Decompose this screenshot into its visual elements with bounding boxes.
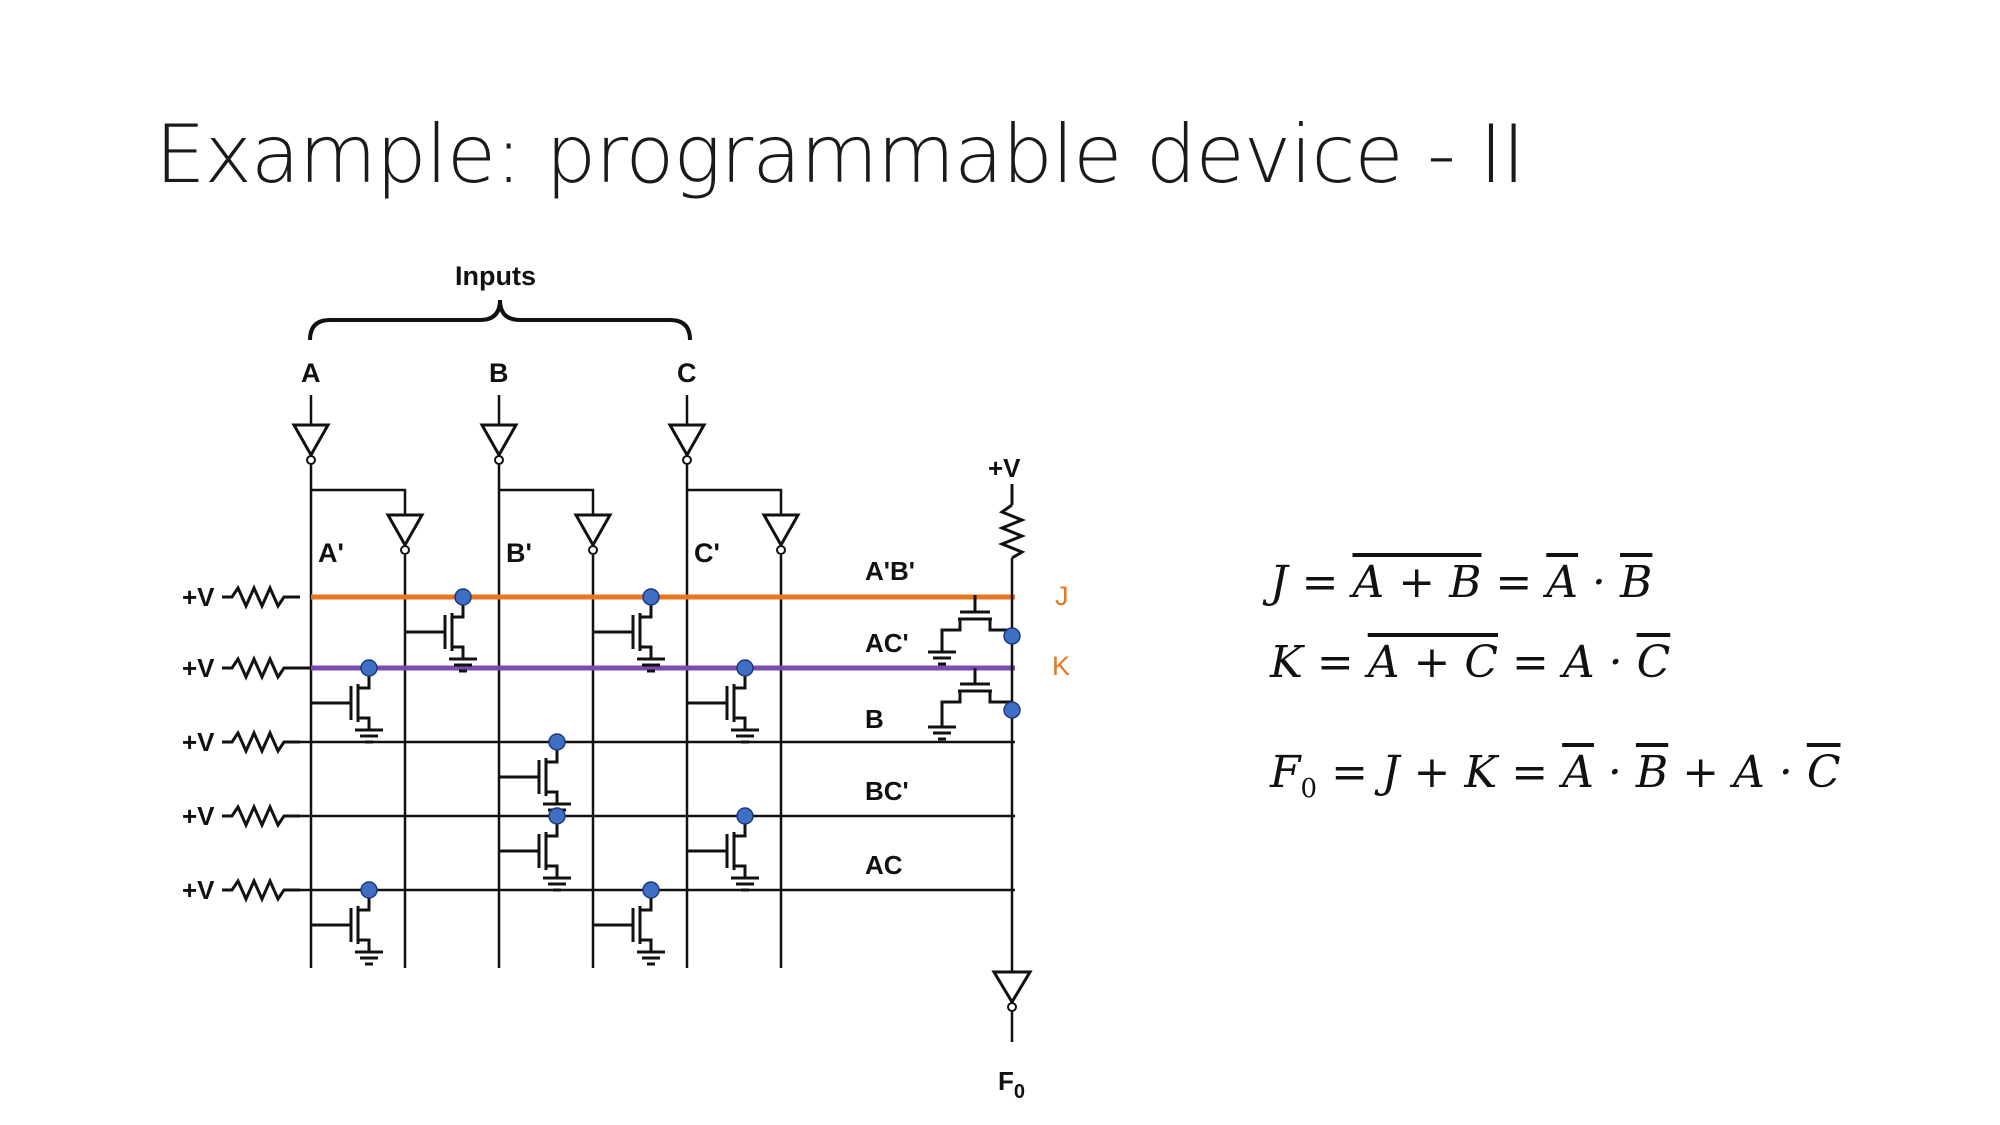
fuse-dot-5	[548, 733, 566, 751]
pullup-row-3: +V	[182, 727, 300, 757]
row-label-ac: AC	[865, 850, 903, 880]
equation-j: J = A + B = A · B	[1270, 557, 1653, 608]
transistor-array	[311, 588, 759, 966]
input-wires	[309, 395, 689, 425]
fuse-dot-1	[454, 588, 472, 606]
column-label-c-true: C'	[694, 538, 720, 568]
equation-k: K = A + C = A · C	[1270, 633, 1670, 688]
buffer-a-icon	[291, 423, 331, 465]
transistor-8	[311, 890, 383, 966]
column-label-a-true: A'	[318, 538, 344, 568]
transistor-7	[687, 816, 759, 892]
fuse-dot-2	[642, 588, 660, 606]
buffer-b-icon	[479, 423, 519, 465]
label-j: J	[1055, 581, 1069, 611]
input-label-c: C	[677, 358, 697, 388]
or-transistor-2	[928, 668, 1012, 741]
input-label-a: A	[301, 358, 321, 388]
pla-circuit-diagram: Inputs A B C A' B' C' +V +V +V +V +V A'B…	[182, 261, 1070, 1103]
buffer-c-icon	[667, 423, 707, 465]
transistor-5	[499, 742, 571, 818]
svg-text:+V: +V	[988, 453, 1021, 483]
pullup-row-5: +V	[182, 875, 300, 905]
fuse-dot-7	[736, 807, 754, 825]
transistor-4	[687, 668, 759, 744]
equation-f0: F0 = J + K = A · B + A · C	[1270, 747, 1841, 804]
inputs-brace	[308, 299, 692, 341]
output-label: F0	[998, 1066, 1025, 1103]
product-term-rows	[300, 740, 1015, 892]
transistor-1	[405, 597, 477, 673]
transistor-3	[311, 668, 383, 744]
svg-text:+V: +V	[182, 582, 215, 612]
input-label-b: B	[489, 358, 509, 388]
inputs-label: Inputs	[455, 261, 536, 291]
label-k: K	[1052, 651, 1070, 681]
fuse-dot-3	[360, 659, 378, 677]
inverter-c-icon	[761, 513, 801, 555]
pullup-row-4: +V	[182, 801, 300, 831]
svg-text:+V: +V	[182, 875, 215, 905]
svg-text:+V: +V	[182, 801, 215, 831]
output-buffer-icon	[991, 970, 1033, 1042]
or-fuse-dot-1	[1003, 627, 1021, 645]
inverter-b-icon	[573, 513, 613, 555]
fuse-dot-6	[548, 807, 566, 825]
transistor-2	[593, 597, 665, 673]
pullup-row-2: +V	[182, 653, 311, 683]
column-label-b-true: B'	[506, 538, 532, 568]
or-transistor-1	[928, 595, 1012, 666]
transistor-9	[593, 890, 665, 966]
svg-text:+V: +V	[182, 653, 215, 683]
or-fuse-dot-2	[1003, 701, 1021, 719]
transistor-6	[499, 816, 571, 892]
row-label-b: B	[865, 704, 884, 734]
row-label-ab: A'B'	[865, 556, 915, 586]
svg-text:+V: +V	[182, 727, 215, 757]
row-label-ac-bar: AC'	[865, 628, 909, 658]
row-label-bc: BC'	[865, 776, 909, 806]
pullup-row-1: +V	[182, 582, 300, 612]
inverter-branches	[311, 488, 783, 515]
fuse-dot-9	[642, 881, 660, 899]
fuse-dot-4	[736, 659, 754, 677]
fuse-dot-8	[360, 881, 378, 899]
inverter-a-icon	[385, 513, 425, 555]
output-pullup: +V	[988, 453, 1027, 560]
